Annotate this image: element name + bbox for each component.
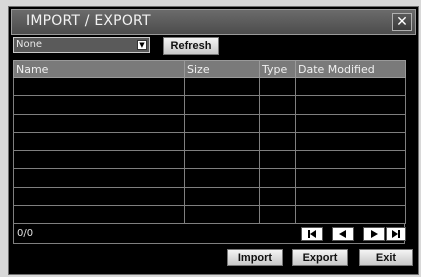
- next-page-icon: [371, 230, 378, 238]
- table-cell: [259, 186, 296, 206]
- table-cell: [295, 149, 406, 170]
- table-cell: [259, 95, 296, 115]
- table-cell: [184, 113, 260, 133]
- page-count: 0/0: [17, 228, 34, 239]
- table-cell: [13, 131, 185, 152]
- table-cell: [184, 95, 260, 115]
- first-page-icon: [308, 230, 316, 238]
- column-header-name[interactable]: Name: [13, 60, 185, 78]
- table-row[interactable]: [13, 168, 406, 188]
- table-cell: [259, 168, 296, 188]
- table-cell: [259, 76, 296, 97]
- table-row[interactable]: [13, 204, 406, 225]
- column-header-size[interactable]: Size: [184, 60, 260, 78]
- table-cell: [184, 149, 260, 170]
- source-select-value: None: [16, 39, 43, 50]
- table-cell: [184, 168, 260, 188]
- table-cell: [259, 113, 296, 133]
- refresh-button[interactable]: Refresh: [163, 37, 219, 55]
- table-row[interactable]: [13, 131, 406, 152]
- import-button[interactable]: Import: [227, 249, 283, 266]
- table-cell: [13, 95, 185, 115]
- source-select[interactable]: None ▼: [13, 37, 150, 53]
- close-icon: ✕: [396, 14, 408, 30]
- table-cell: [184, 76, 260, 97]
- table-cell: [13, 113, 185, 133]
- export-button[interactable]: Export: [292, 249, 348, 266]
- dialog-title: IMPORT / EXPORT: [26, 13, 151, 29]
- column-header-date-modified[interactable]: Date Modified: [295, 60, 406, 78]
- exit-button[interactable]: Exit: [359, 249, 413, 266]
- table-cell: [259, 131, 296, 152]
- table-cell: [295, 95, 406, 115]
- table-cell: [259, 149, 296, 170]
- table-cell: [184, 131, 260, 152]
- table-footer: 0/0: [13, 224, 406, 244]
- next-page-button[interactable]: [363, 227, 385, 241]
- table-header-row: Name Size Type Date Modified: [13, 60, 406, 78]
- table-row[interactable]: [13, 149, 406, 170]
- column-header-type[interactable]: Type: [259, 60, 296, 78]
- table-cell: [295, 76, 406, 97]
- table-cell: [184, 204, 260, 225]
- table-cell: [295, 131, 406, 152]
- last-page-button[interactable]: [386, 227, 406, 241]
- table-cell: [13, 204, 185, 225]
- table-cell: [13, 76, 185, 97]
- last-page-icon: [392, 230, 400, 238]
- previous-page-button[interactable]: [332, 227, 354, 241]
- table-cell: [259, 204, 296, 225]
- table-cell: [13, 168, 185, 188]
- table-cell: [295, 204, 406, 225]
- table-cell: [295, 168, 406, 188]
- table-row[interactable]: [13, 76, 406, 97]
- table-cell: [184, 186, 260, 206]
- table-row[interactable]: [13, 113, 406, 133]
- table-row[interactable]: [13, 95, 406, 115]
- title-bar: IMPORT / EXPORT ✕: [11, 9, 416, 35]
- previous-page-icon: [339, 230, 346, 238]
- table-row[interactable]: [13, 186, 406, 206]
- close-button[interactable]: ✕: [392, 13, 412, 31]
- table-cell: [295, 186, 406, 206]
- file-table: Name Size Type Date Modified: [13, 60, 406, 225]
- table-cell: [295, 113, 406, 133]
- table-cell: [13, 186, 185, 206]
- first-page-button[interactable]: [301, 227, 323, 241]
- table-cell: [13, 149, 185, 170]
- chevron-down-icon: ▼: [137, 40, 147, 50]
